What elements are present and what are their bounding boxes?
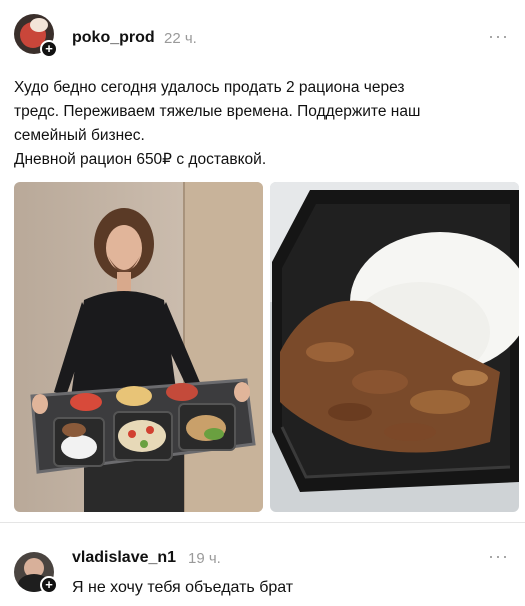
post-text-line: Дневной рацион 650₽ с доставкой.: [14, 151, 267, 168]
post-text-line: тредс. Переживаем тяжелые времена. Подде…: [14, 103, 421, 120]
post-text-line: Худо бедно сегодня удалось продать 2 рац…: [14, 79, 405, 96]
comment-time: 19 ч.: [188, 550, 221, 567]
comment-username[interactable]: vladislave_n1: [72, 549, 176, 567]
follow-plus-icon[interactable]: +: [40, 576, 58, 594]
post-username[interactable]: poko_prod: [72, 29, 155, 47]
comment-divider: [0, 522, 525, 523]
photo-rice-with-beef-container[interactable]: [270, 182, 519, 512]
post-text: Худо бедно сегодня удалось продать 2 рац…: [14, 76, 509, 172]
post-text-line: семейный бизнес.: [14, 127, 145, 144]
follow-plus-icon[interactable]: +: [40, 40, 58, 58]
comment-more-icon[interactable]: ···: [488, 546, 509, 567]
comment-text: Я не хочу тебя объедать брат: [72, 579, 294, 596]
photo-man-with-food-tray[interactable]: [14, 182, 263, 512]
post-time: 22 ч.: [164, 30, 197, 47]
post-more-icon[interactable]: ···: [488, 26, 509, 47]
post: + poko_prod 22 ч. ··· Худо бедно сегодня…: [0, 0, 525, 520]
